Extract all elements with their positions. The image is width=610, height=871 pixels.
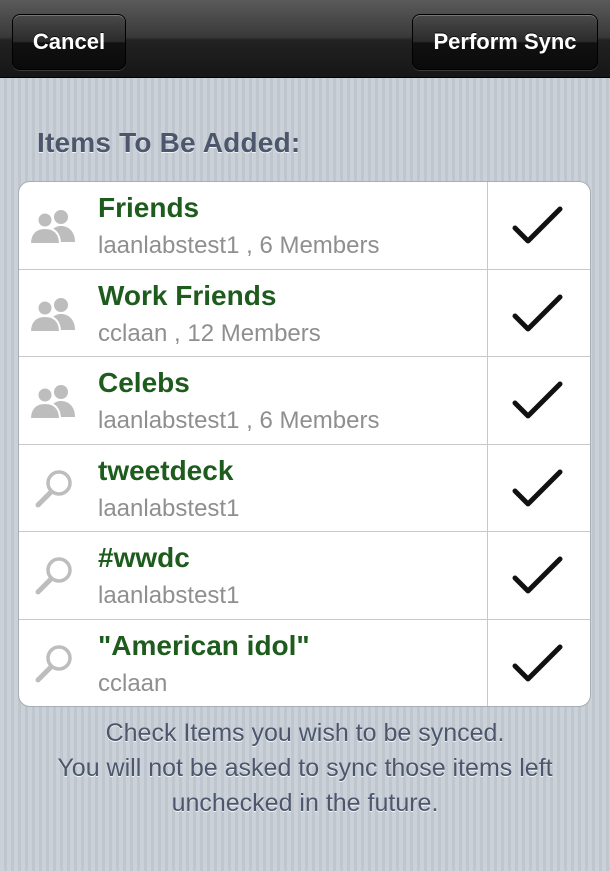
list-item[interactable]: "American idol" cclaan (19, 619, 590, 706)
footer-line: You will not be asked to sync those item… (57, 754, 553, 782)
check-cell[interactable] (487, 532, 590, 619)
item-subtitle: laanlabstest1 (98, 494, 240, 522)
group-icon (28, 297, 75, 333)
check-cell[interactable] (487, 269, 590, 356)
perform-sync-button[interactable]: Perform Sync (412, 14, 598, 70)
item-title: Celebs (98, 367, 190, 398)
group-icon (28, 385, 75, 420)
checkmark-icon (512, 469, 563, 506)
item-subtitle: cclaan (98, 669, 168, 697)
item-subtitle: laanlabstest1 (98, 582, 240, 609)
item-title: tweetdeck (98, 454, 234, 486)
list-item[interactable]: Friends laanlabstest1 , 6 Members (19, 182, 590, 270)
item-subtitle: laanlabstest1 , 6 Members (98, 232, 380, 259)
list-item[interactable]: Work Friends cclaan , 12 Members (19, 269, 590, 357)
checkmark-icon (512, 206, 563, 244)
search-icon (35, 557, 72, 595)
check-cell[interactable] (487, 357, 590, 444)
sync-items-list: Friends laanlabstest1 , 6 Members Work F… (18, 181, 591, 707)
item-subtitle: laanlabstest1 , 6 Members (98, 407, 380, 434)
item-title: "American idol" (98, 629, 310, 661)
list-item[interactable]: tweetdeck laanlabstest1 (19, 444, 590, 532)
search-icon (35, 644, 72, 682)
checkmark-icon (512, 381, 563, 419)
list-item[interactable]: #wwdc laanlabstest1 (19, 532, 590, 620)
section-title: Items To Be Added: (37, 127, 301, 158)
footer-line: unchecked in the future. (171, 789, 439, 817)
check-cell[interactable] (487, 444, 590, 531)
item-subtitle: cclaan , 12 Members (98, 319, 321, 347)
navigation-bar: Cancel Perform Sync (0, 0, 610, 78)
search-icon (35, 469, 72, 507)
checkmark-icon (512, 556, 563, 594)
footer-line: Check Items you wish to be synced. (105, 719, 505, 747)
check-cell[interactable] (487, 182, 590, 269)
item-title: #wwdc (98, 542, 190, 573)
group-icon (28, 210, 75, 245)
item-title: Work Friends (98, 279, 277, 311)
checkmark-icon (512, 644, 563, 681)
item-title: Friends (98, 192, 200, 223)
cancel-button[interactable]: Cancel (12, 14, 126, 70)
list-item[interactable]: Celebs laanlabstest1 , 6 Members (19, 357, 590, 445)
check-cell[interactable] (487, 619, 590, 706)
checkmark-icon (512, 294, 563, 331)
footer-note: Check Items you wish to be synced. You w… (0, 716, 610, 821)
